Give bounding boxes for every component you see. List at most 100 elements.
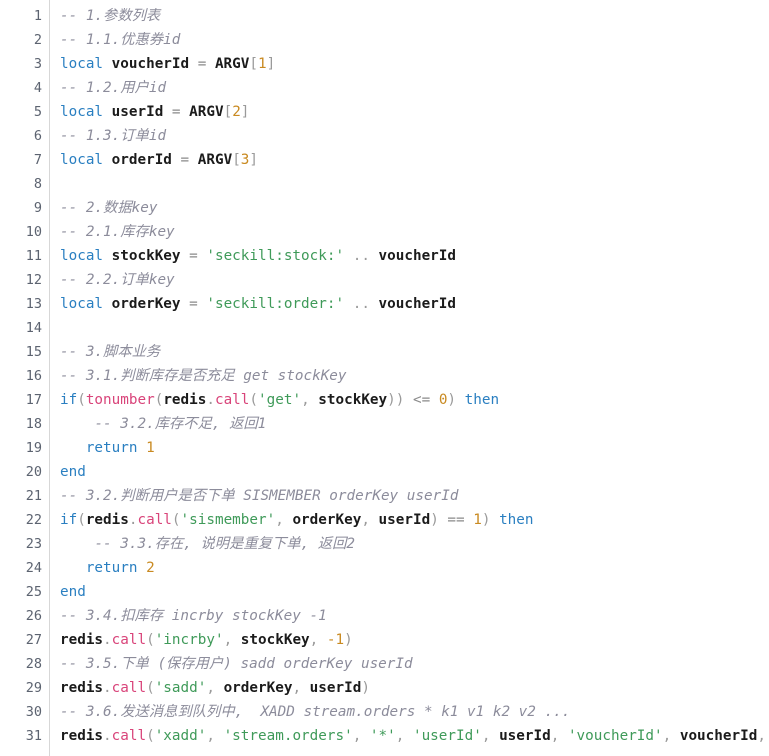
- code-line[interactable]: -- 3.1.判断库存是否充足 get stockKey: [60, 364, 769, 388]
- code-line[interactable]: -- 3.2.库存不足, 返回1: [60, 412, 769, 436]
- code-token: ): [430, 512, 439, 528]
- code-token: call: [214, 392, 250, 408]
- code-line[interactable]: redis.call('incrby', stockKey, -1): [60, 628, 769, 652]
- code-line[interactable]: -- 2.1.库存key: [60, 220, 769, 244]
- code-token: .: [103, 728, 112, 744]
- code-token: 2: [146, 560, 155, 576]
- code-line[interactable]: local voucherId = ARGV[1]: [60, 52, 769, 76]
- code-token: <=: [412, 392, 431, 408]
- code-editor[interactable]: 1 2 3 4 5 6 7 8 9 10 11 12 13 14 15 16 17 18 19 20 21 22 23 24 2…: [0, 0, 769, 756]
- code-token: ,: [361, 512, 370, 528]
- code-token: ]: [249, 152, 259, 168]
- code-token: voucherId: [378, 296, 456, 312]
- code-token: redis: [163, 392, 207, 408]
- code-line[interactable]: -- 2.数据key: [60, 196, 769, 220]
- code-line[interactable]: return 1: [60, 436, 769, 460]
- code-line[interactable]: -- 1.2.用户id: [60, 76, 769, 100]
- code-token: 'incrby': [154, 632, 224, 648]
- code-line[interactable]: -- 3.5.下单 (保存用户) sadd orderKey userId: [60, 652, 769, 676]
- code-token: stockKey: [111, 248, 181, 264]
- code-line[interactable]: -- 1.3.订单id: [60, 124, 769, 148]
- code-token: 'seckill:stock:': [206, 248, 345, 264]
- code-line[interactable]: -- 3.4.扣库存 incrby stockKey -1: [60, 604, 769, 628]
- code-token: =: [180, 152, 190, 168]
- code-line[interactable]: -- 2.2.订单key: [60, 268, 769, 292]
- code-token: ,: [292, 680, 302, 696]
- code-token: (: [146, 728, 155, 744]
- code-line[interactable]: [60, 316, 769, 340]
- code-token: local: [60, 152, 104, 168]
- code-token: 'get': [258, 392, 302, 408]
- code-content[interactable]: -- 1.参数列表 -- 1.1.优惠券id local voucherId = A…: [50, 0, 769, 748]
- code-line[interactable]: redis.call('xadd', 'stream.orders', '*',…: [60, 724, 769, 748]
- code-token: ,: [757, 728, 766, 744]
- code-line[interactable]: end: [60, 460, 769, 484]
- code-line[interactable]: -- 3.3.存在, 说明是重复下单, 返回2: [60, 532, 769, 556]
- code-token: 1: [146, 440, 155, 456]
- code-token: -- 3.脚本业务: [60, 344, 161, 360]
- code-token: userId: [309, 680, 362, 696]
- code-token: redis: [85, 512, 129, 528]
- code-token: if: [60, 392, 78, 408]
- code-token: local: [60, 296, 104, 312]
- code-line[interactable]: local stockKey = 'seckill:stock:' .. vou…: [60, 244, 769, 268]
- code-token: userId: [499, 728, 551, 744]
- code-token: ): [361, 680, 370, 696]
- code-token: orderKey: [292, 512, 362, 528]
- line-number: 22: [25, 512, 42, 528]
- code-token: ,: [662, 728, 672, 744]
- code-token: voucherId: [111, 56, 190, 72]
- code-token: ): [344, 632, 353, 648]
- line-number: 7: [33, 152, 42, 168]
- code-line[interactable]: end: [60, 580, 769, 604]
- code-line[interactable]: [60, 172, 769, 196]
- code-token: -- 3.3.存在, 说明是重复下单, 返回2: [94, 536, 355, 552]
- code-token: -- 1.1.优惠券id: [60, 32, 181, 48]
- code-token: userId: [111, 104, 164, 120]
- code-line[interactable]: local userId = ARGV[2]: [60, 100, 769, 124]
- code-line[interactable]: if(tonumber(redis.call('get', stockKey))…: [60, 388, 769, 412]
- code-line[interactable]: -- 1.1.优惠券id: [60, 28, 769, 52]
- code-token: [: [223, 104, 233, 120]
- code-token: (: [249, 392, 259, 408]
- code-line[interactable]: -- 3.2.判断用户是否下单 SISMEMBER orderKey userI…: [60, 484, 769, 508]
- code-token: ): [387, 392, 396, 408]
- line-number: 6: [33, 128, 42, 144]
- line-number: 1: [33, 8, 42, 24]
- code-token: -- 1.2.用户id: [60, 80, 167, 96]
- code-token: local: [60, 56, 104, 72]
- code-line[interactable]: -- 3.6.发送消息到队列中, XADD stream.orders * k1…: [60, 700, 769, 724]
- code-token: ARGV: [214, 56, 250, 72]
- code-token: orderKey: [223, 680, 293, 696]
- code-token: =: [171, 104, 181, 120]
- code-line[interactable]: local orderId = ARGV[3]: [60, 148, 769, 172]
- code-token: end: [60, 464, 86, 480]
- line-number: 10: [25, 224, 42, 240]
- code-token: 'seckill:order:': [206, 296, 345, 312]
- code-line[interactable]: -- 3.脚本业务: [60, 340, 769, 364]
- code-token: 2: [232, 104, 241, 120]
- code-token: return: [85, 560, 138, 576]
- code-line[interactable]: redis.call('sadd', orderKey, userId): [60, 676, 769, 700]
- code-line[interactable]: -- 1.参数列表: [60, 4, 769, 28]
- code-token: userId: [378, 512, 431, 528]
- code-line[interactable]: if(redis.call('sismember', orderKey, use…: [60, 508, 769, 532]
- code-token: .: [361, 248, 370, 264]
- code-line[interactable]: local orderKey = 'seckill:order:' .. vou…: [60, 292, 769, 316]
- code-line[interactable]: return 2: [60, 556, 769, 580]
